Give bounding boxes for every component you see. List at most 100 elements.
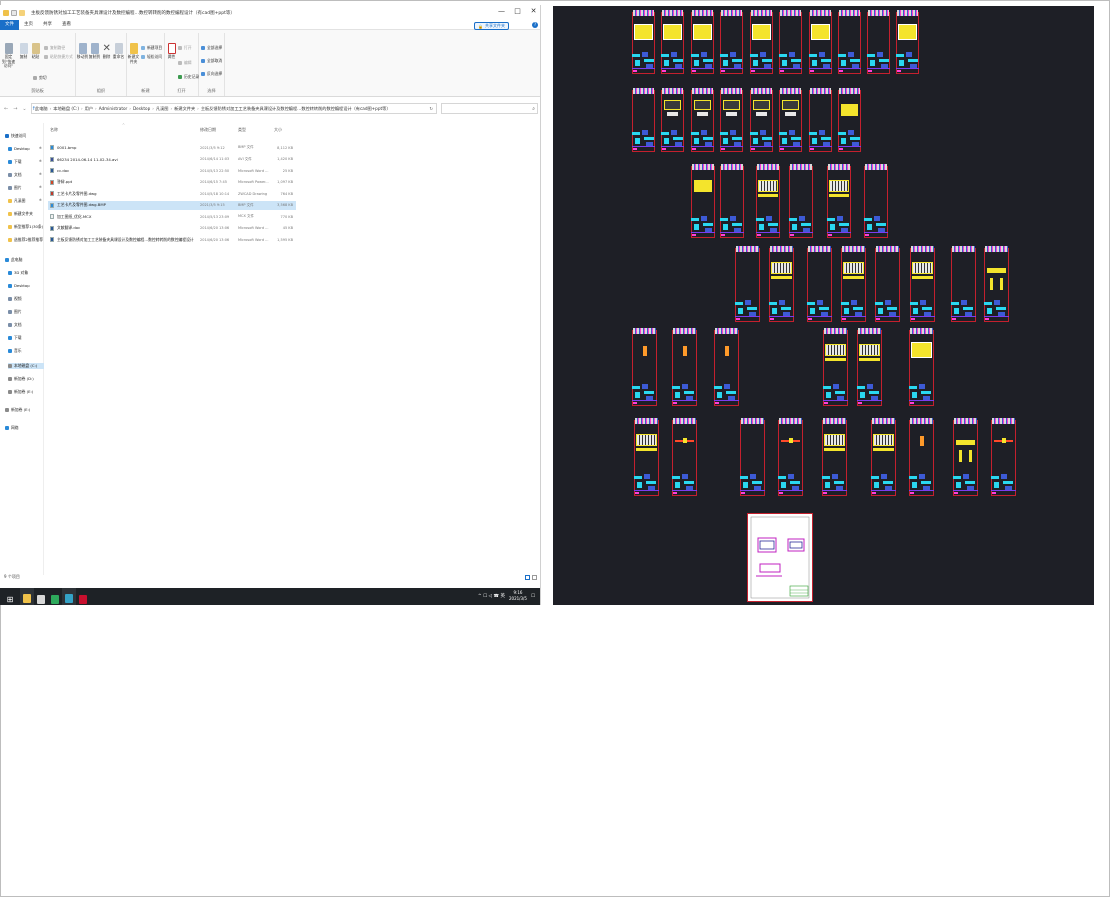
tab-home[interactable]: 主页 [19, 20, 38, 30]
search-input[interactable]: ⌕ [441, 103, 538, 114]
drawing-sheet[interactable] [691, 88, 714, 152]
drawing-sheet[interactable] [809, 88, 832, 152]
file-row[interactable]: 工艺卡片及零件图.dwg 2014/5/18 10:14 ZWCAD Drawing… [48, 189, 296, 198]
clock[interactable]: 9:16 2021/3/5 [509, 590, 527, 602]
drawing-sheet[interactable] [661, 88, 684, 152]
nav-item[interactable]: 图片 [8, 309, 22, 315]
drawing-sheet[interactable] [779, 88, 802, 152]
drawing-sheet[interactable] [672, 418, 697, 496]
column-header-date[interactable]: 修改日期 [200, 127, 216, 133]
taskbar-search-icon[interactable] [34, 588, 48, 605]
easy-access-button[interactable]: 轻松访问 [141, 54, 162, 60]
nav-item[interactable]: 新型推荐1(30条) [8, 224, 43, 230]
select-none-button[interactable]: 全部取消 [201, 58, 222, 64]
drawing-sheet[interactable] [632, 88, 655, 152]
nav-item[interactable]: 选推荐2推荐推荐 [8, 237, 43, 243]
nav-item[interactable]: 新加卷 (E:) [8, 389, 33, 395]
file-row[interactable]: 文献翻译.doc 2014/6/20 13:06 Microsoft Word ..… [48, 224, 296, 233]
close-button[interactable]: ✕ [530, 7, 537, 15]
nav-item[interactable]: 新加卷 (E:) [5, 407, 30, 413]
drawing-sheet[interactable] [991, 418, 1016, 496]
copy-path-button[interactable]: 复制路径 [44, 45, 65, 51]
nav-item[interactable]: 图片 [8, 185, 22, 191]
tab-view[interactable]: 查看 [57, 20, 76, 30]
history-button[interactable]: 历史记录 [178, 74, 199, 80]
drawing-sheet[interactable] [661, 10, 684, 74]
new-folder-icon[interactable] [19, 9, 25, 16]
nav-item[interactable]: 本地磁盘 (C:) [8, 363, 44, 369]
cad-drawing-view[interactable] [553, 6, 1094, 605]
drawing-sheet[interactable] [740, 418, 765, 496]
drawing-sheet[interactable] [827, 164, 851, 238]
drawing-sheet[interactable] [779, 10, 802, 74]
nav-item[interactable]: 3D 对象 [8, 270, 28, 276]
breadcrumb-3[interactable]: Administrator [99, 106, 128, 111]
drawing-sheet[interactable] [691, 10, 714, 74]
taskbar-explorer-icon[interactable] [20, 588, 34, 605]
file-row[interactable]: 0001.bmp 2021/3/5 9:12 BMP 文件 8,112 KB [48, 143, 296, 152]
assembly-drawing-sheet[interactable] [747, 513, 813, 602]
file-row[interactable]: cc.doc 2014/5/13 22:50 Microsoft Word ... 2… [48, 166, 296, 175]
drawing-sheet[interactable] [984, 246, 1009, 322]
new-item-button[interactable]: 新建项目 [141, 45, 162, 51]
drawing-sheet[interactable] [953, 418, 978, 496]
column-header-type[interactable]: 类型 [238, 127, 246, 133]
file-row[interactable]: 加工图纸_优化.MCX 2014/5/13 23:09 MCX 文件 770 KB [48, 212, 296, 221]
nav-item[interactable]: 文档 [8, 172, 22, 178]
drawing-sheet[interactable] [778, 418, 803, 496]
large-icons-view-icon[interactable] [532, 574, 537, 580]
properties-button[interactable]: 属性 [165, 43, 178, 60]
nav-item[interactable]: 网络 [5, 425, 19, 431]
drawing-sheet[interactable] [910, 246, 935, 322]
taskbar-zwcad-icon[interactable] [62, 588, 76, 605]
drawing-sheet[interactable] [909, 328, 934, 406]
rename-button[interactable]: 重命名 [112, 43, 125, 60]
nav-item[interactable]: 快速访问 [5, 133, 26, 139]
breadcrumb-4[interactable]: Desktop [133, 106, 150, 111]
new-folder-button[interactable]: 新建文件夹 [127, 43, 140, 64]
pin-quick-access-button[interactable]: 固定到"快速访问" [2, 43, 15, 69]
file-row[interactable]: 答辩.ppt 2014/6/15 7:45 Microsoft Power... 1,… [48, 178, 296, 187]
tab-share[interactable]: 共享 [38, 20, 57, 30]
drawing-sheet[interactable] [672, 328, 697, 406]
drawing-sheet[interactable] [841, 246, 866, 322]
breadcrumb-5[interactable]: 凡溪图 [156, 106, 169, 112]
drawing-sheet[interactable] [720, 164, 744, 238]
nav-item[interactable]: 下载 [8, 159, 22, 165]
drawing-sheet[interactable] [822, 418, 847, 496]
drawing-sheet[interactable] [756, 164, 780, 238]
column-header-size[interactable]: 大小 [274, 127, 282, 133]
help-icon[interactable]: ? [532, 22, 538, 28]
drawing-sheet[interactable] [857, 328, 882, 406]
drawing-sheet[interactable] [807, 246, 832, 322]
breadcrumb-7[interactable]: 主板反馈防锈对加工工艺装备夹具课设计及数控编程…数控转转削的数控编程设计（有ca… [201, 106, 391, 112]
breadcrumb-1[interactable]: 本地磁盘 (C:) [53, 106, 79, 112]
drawing-sheet[interactable] [909, 418, 934, 496]
drawing-sheet[interactable] [864, 164, 888, 238]
nav-item[interactable]: 新加卷 (D:) [8, 376, 34, 382]
paste-shortcut-button[interactable]: 粘贴快捷方式 [44, 54, 73, 60]
drawing-sheet[interactable] [632, 10, 655, 74]
drawing-sheet[interactable] [750, 88, 773, 152]
cut-button[interactable]: 剪切 [33, 75, 47, 81]
taskbar-autocad-icon[interactable] [76, 588, 90, 605]
file-row[interactable]: 66234 2014-06-14 11-02-34.avi 2014/6/14 1… [48, 155, 296, 164]
maximize-button[interactable]: □ [514, 7, 521, 15]
refresh-button[interactable]: ↻ [429, 106, 433, 111]
drawing-sheet[interactable] [871, 418, 896, 496]
column-header-name[interactable]: 名称 [50, 127, 58, 133]
address-bar[interactable]: 此电脑 › 本地磁盘 (C:) › 用户 › Administrator › Deskt… [31, 103, 437, 114]
forward-button[interactable]: → [13, 106, 17, 112]
drawing-sheet[interactable] [714, 328, 739, 406]
drawing-sheet[interactable] [875, 246, 900, 322]
nav-item[interactable]: 凡溪图 [8, 198, 25, 204]
recent-locations-button[interactable]: ⌄ [22, 106, 26, 112]
drawing-sheet[interactable] [735, 246, 760, 322]
nav-item[interactable]: Desktop [8, 146, 30, 151]
drawing-sheet[interactable] [809, 10, 832, 74]
drawing-sheet[interactable] [720, 10, 743, 74]
open-button[interactable]: 打开 [178, 45, 192, 51]
file-row[interactable]: 工艺卡片及零件图.dwg.BMP 2021/3/5 9:15 BMP 文件 3,568… [48, 200, 296, 210]
nav-item[interactable]: 下载 [8, 335, 22, 341]
tray-icons[interactable]: ^ ☐ ◁ ☎ 英 [478, 593, 505, 599]
